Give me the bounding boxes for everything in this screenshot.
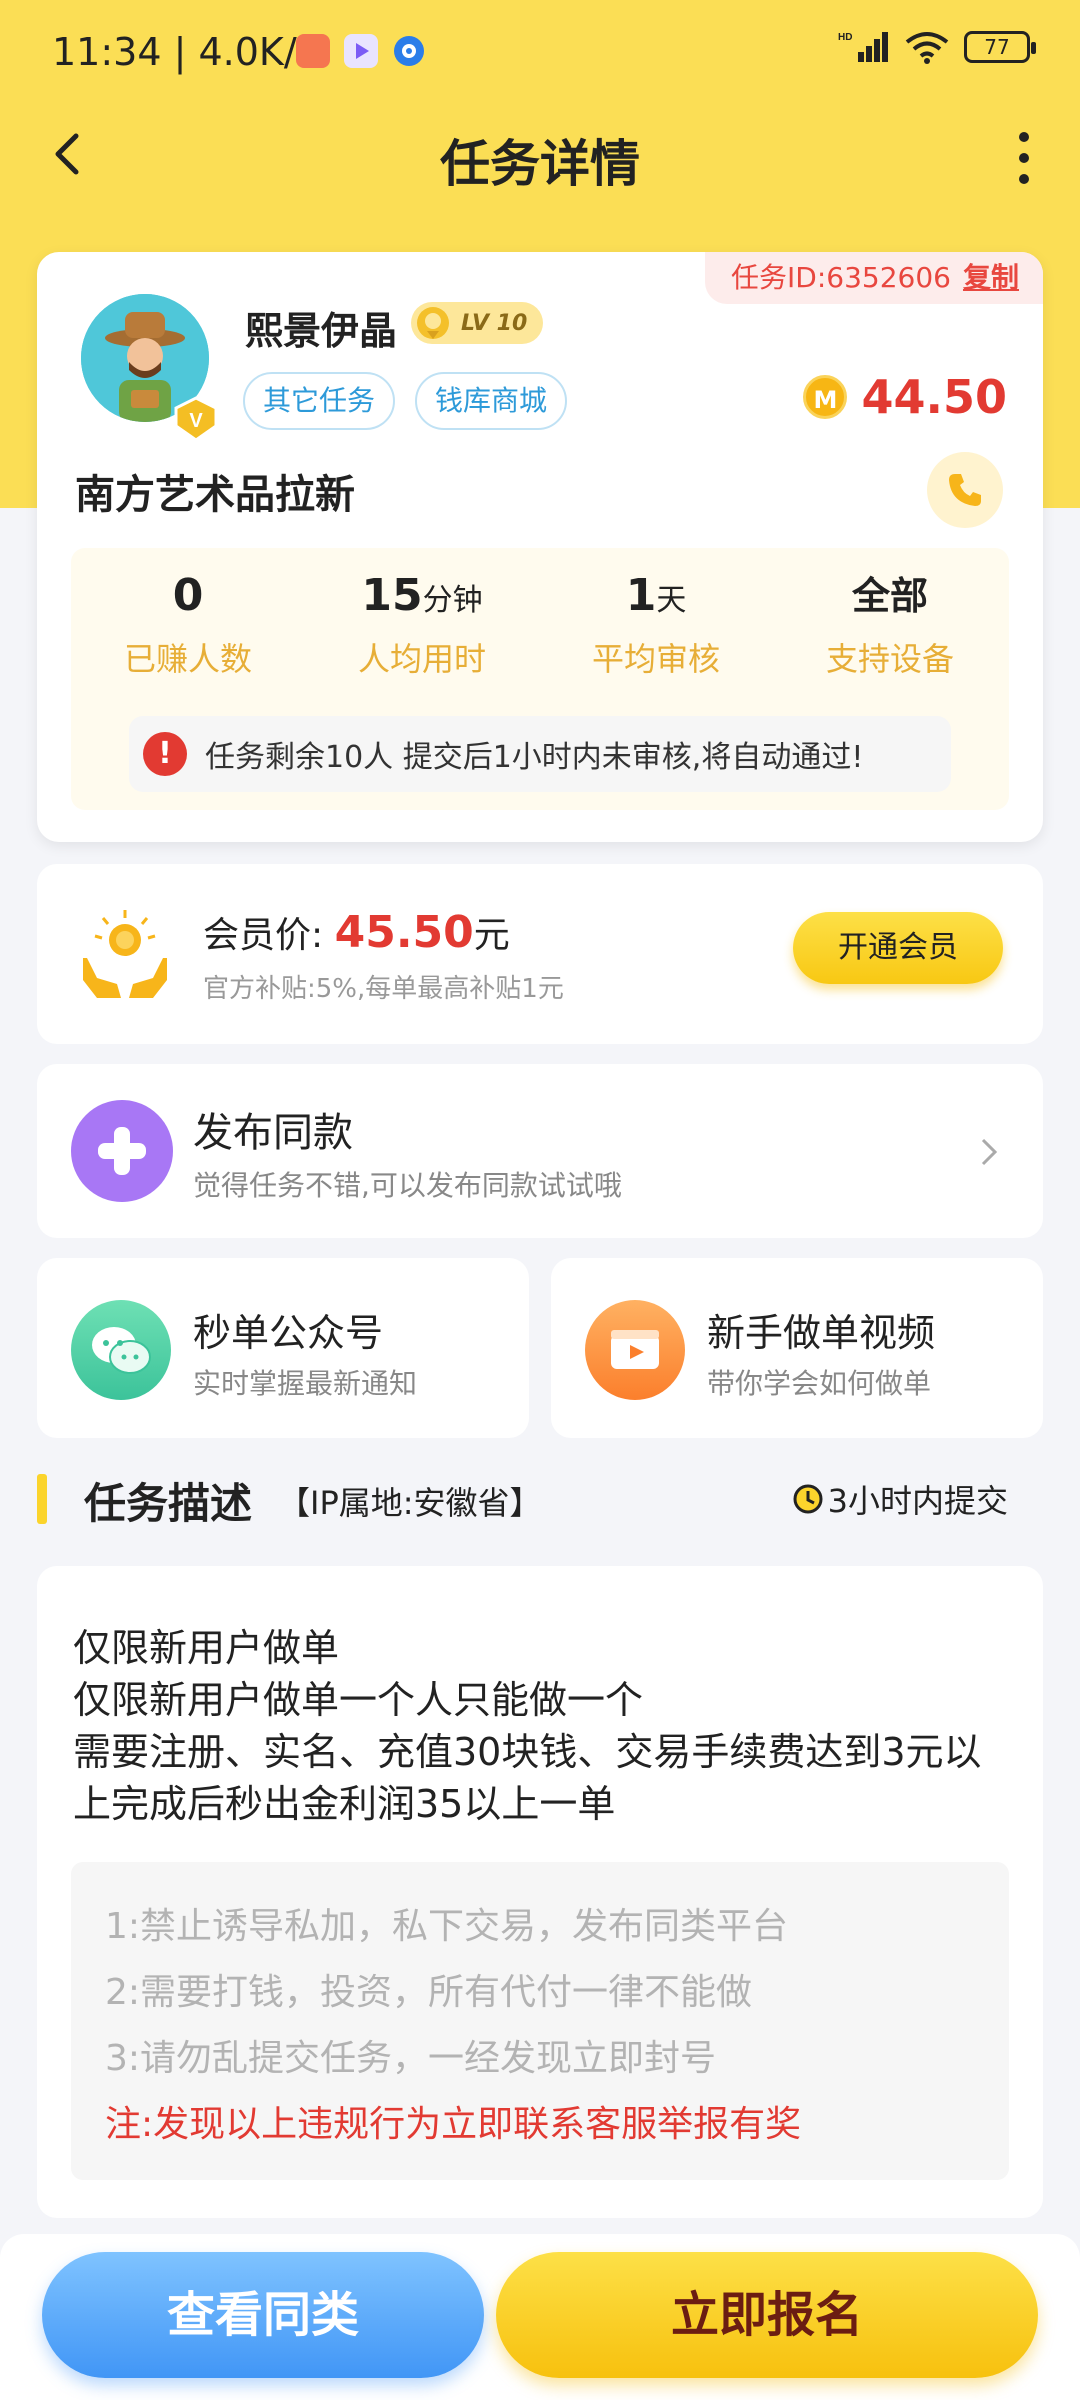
alert-icon: ! bbox=[143, 732, 187, 776]
svg-text:HD: HD bbox=[838, 32, 852, 43]
task-id-text: 任务ID:6352606 bbox=[731, 261, 951, 294]
task-stats: 0 已赚人数 15分钟 人均用时 1天 平均审核 全部 支持设备 ! 任务剩余1… bbox=[71, 548, 1009, 810]
wechat-subtitle: 实时掌握最新通知 bbox=[193, 1367, 418, 1400]
medal-icon bbox=[417, 307, 449, 339]
publish-same-card[interactable]: 发布同款 觉得任务不错,可以发布同款试试哦 bbox=[37, 1064, 1043, 1238]
browser-app-icon bbox=[392, 34, 426, 68]
rule-item: 2:需要打钱，投资，所有代付一律不能做 bbox=[105, 1972, 753, 2013]
page-title: 任务详情 bbox=[440, 135, 640, 193]
member-price-label: 会员价: bbox=[203, 915, 324, 956]
view-similar-button[interactable]: 查看同类 bbox=[42, 2252, 484, 2378]
wechat-icon bbox=[71, 1300, 171, 1400]
description-line: 仅限新用户做单一个人只能做一个 bbox=[73, 1678, 644, 1722]
publisher-name: 熙景伊晶 bbox=[245, 309, 398, 353]
task-id-bar: 任务ID:6352606 复制 bbox=[705, 252, 1043, 304]
chevron-right-icon bbox=[981, 1138, 998, 1166]
stat-unit: 分钟 bbox=[422, 583, 483, 618]
more-menu-button[interactable] bbox=[1004, 128, 1044, 188]
stat-earned: 0 已赚人数 bbox=[71, 566, 305, 680]
rule-warning: 注:发现以上违规行为立即联系客服举报有奖 bbox=[105, 2104, 802, 2145]
reward: M 44.50 bbox=[803, 370, 1007, 424]
section-accent-bar bbox=[37, 1474, 47, 1524]
signal-icon: HD bbox=[838, 32, 888, 62]
notice-text: 任务剩余10人 提交后1小时内未审核,将自动通过! bbox=[205, 740, 864, 775]
contact-phone-button[interactable] bbox=[927, 452, 1003, 528]
open-membership-button[interactable]: 开通会员 bbox=[793, 912, 1003, 984]
stat-label: 人均用时 bbox=[357, 640, 486, 678]
stat-label: 已赚人数 bbox=[123, 640, 252, 678]
stat-label: 支持设备 bbox=[825, 640, 954, 678]
svg-text:V: V bbox=[189, 410, 203, 432]
publish-subtitle: 觉得任务不错,可以发布同款试试哦 bbox=[193, 1169, 622, 1202]
wifi-icon bbox=[905, 32, 949, 64]
clock-icon bbox=[793, 1484, 823, 1514]
reward-amount: 44.50 bbox=[861, 370, 1007, 424]
tag-other-tasks[interactable]: 其它任务 bbox=[243, 372, 396, 430]
more-dot-icon bbox=[1019, 153, 1029, 163]
more-dot-icon bbox=[1019, 132, 1029, 142]
video-icon bbox=[585, 1300, 685, 1400]
phone-icon bbox=[949, 474, 981, 506]
battery-indicator: 77 bbox=[964, 31, 1036, 63]
stat-review: 1天 平均审核 bbox=[539, 566, 773, 680]
stat-value: 0 bbox=[172, 570, 204, 621]
status-time: 11:34 | 4.0K/s bbox=[52, 30, 317, 74]
wechat-title: 秒单公众号 bbox=[193, 1311, 384, 1355]
member-price-value: 45.50 bbox=[334, 907, 474, 958]
video-app-icon bbox=[344, 34, 378, 68]
stat-unit: 天 bbox=[656, 583, 687, 618]
description-line: 仅限新用户做单 bbox=[73, 1626, 340, 1670]
description-line: 需要注册、实名、充值30块钱、交易手续费达到3元以上完成后秒出金利润35以上一单 bbox=[73, 1730, 982, 1826]
task-notice: ! 任务剩余10人 提交后1小时内未审核,将自动通过! bbox=[129, 716, 951, 792]
rules-box: 1:禁止诱导私加，私下交易，发布同类平台 2:需要打钱，投资，所有代付一律不能做… bbox=[71, 1862, 1009, 2180]
vip-badge-icon: V bbox=[174, 396, 218, 442]
stat-value: 全部 bbox=[851, 574, 928, 618]
description-text: 仅限新用户做单 仅限新用户做单一个人只能做一个 需要注册、实名、充值30块钱、交… bbox=[73, 1622, 1013, 1830]
plus-icon bbox=[71, 1100, 173, 1202]
task-name: 南方艺术品拉新 bbox=[75, 472, 355, 518]
description-title: 任务描述 bbox=[84, 1479, 253, 1528]
stat-label: 平均审核 bbox=[591, 640, 720, 678]
video-subtitle: 带你学会如何做单 bbox=[707, 1367, 932, 1400]
stat-devices: 全部 支持设备 bbox=[773, 566, 1007, 680]
member-subsidy-text: 官方补贴:5%,每单最高补贴1元 bbox=[203, 974, 564, 1004]
notification-mail-icon bbox=[296, 34, 330, 68]
coin-hands-icon bbox=[83, 910, 167, 998]
description-card: 仅限新用户做单 仅限新用户做单一个人只能做一个 需要注册、实名、充值30块钱、交… bbox=[37, 1566, 1043, 2218]
wechat-account-card[interactable]: 秒单公众号 实时掌握最新通知 bbox=[37, 1258, 529, 1438]
tutorial-video-card[interactable]: 新手做单视频 带你学会如何做单 bbox=[551, 1258, 1043, 1438]
member-price-card: 会员价: 45.50元 官方补贴:5%,每单最高补贴1元 开通会员 bbox=[37, 864, 1043, 1044]
bottom-action-bar: 查看同类 立即报名 bbox=[0, 2234, 1080, 2400]
video-title: 新手做单视频 bbox=[707, 1311, 936, 1355]
copy-id-button[interactable]: 复制 bbox=[963, 261, 1019, 294]
rule-item: 1:禁止诱导私加，私下交易，发布同类平台 bbox=[105, 1906, 789, 1947]
submit-deadline: 3小时内提交 bbox=[792, 1476, 1008, 1522]
sign-up-button[interactable]: 立即报名 bbox=[496, 2252, 1038, 2378]
coin-icon: M bbox=[803, 375, 848, 419]
rule-item: 3:请勿乱提交任务，一经发现立即封号 bbox=[105, 2038, 717, 2079]
deadline-text: 3小时内提交 bbox=[827, 1482, 1008, 1520]
task-info-card: 任务ID:6352606 复制 V 熙景伊晶 LV 10 其它任务 钱库商城 M … bbox=[37, 252, 1043, 842]
status-right: HD 77 bbox=[838, 30, 1036, 64]
stat-value: 15 bbox=[361, 570, 423, 621]
status-bar: 11:34 | 4.0K/s HD 77 bbox=[0, 0, 1080, 104]
more-dot-icon bbox=[1019, 174, 1029, 184]
level-badge: LV 10 bbox=[411, 302, 543, 344]
level-text: LV 10 bbox=[461, 310, 528, 336]
ip-location: 【IP属地:安徽省】 bbox=[278, 1484, 542, 1522]
member-price: 会员价: 45.50元 bbox=[203, 906, 510, 958]
publish-title: 发布同款 bbox=[193, 1110, 353, 1156]
member-price-unit: 元 bbox=[473, 915, 510, 956]
tag-mall[interactable]: 钱库商城 bbox=[415, 372, 568, 430]
stat-value: 1 bbox=[625, 570, 657, 621]
stat-avg-time: 15分钟 人均用时 bbox=[305, 566, 539, 680]
